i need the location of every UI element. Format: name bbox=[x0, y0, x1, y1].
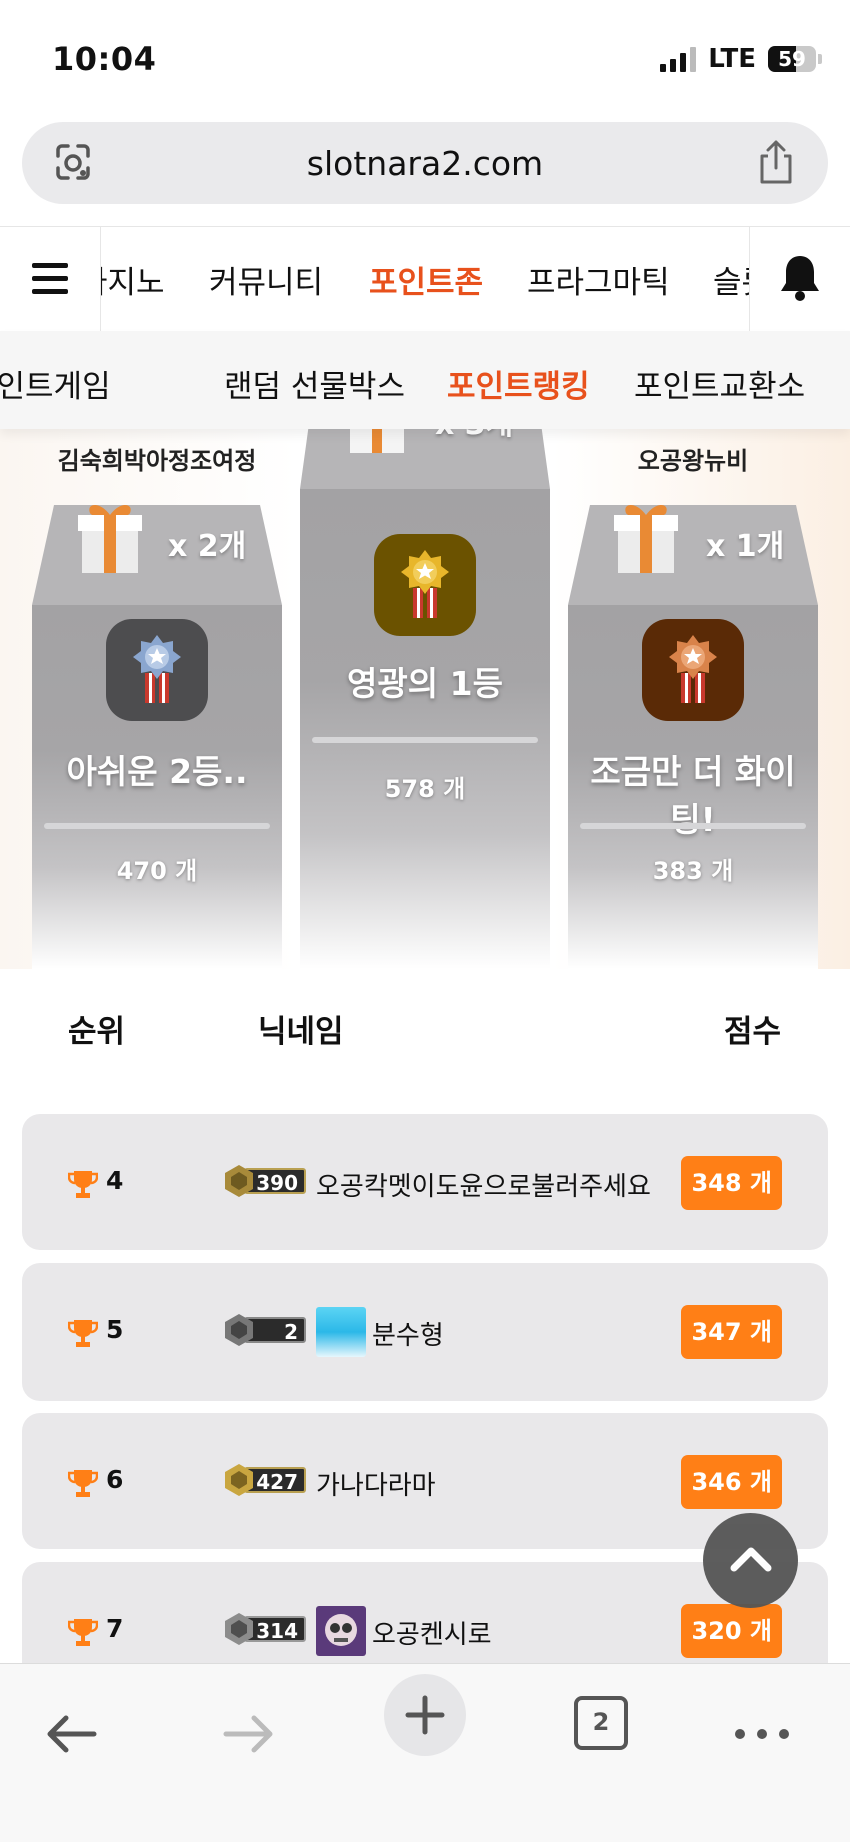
ranking-row[interactable]: 4 390 오공칵멧이도윤으로불러주세요 348 개 bbox=[22, 1114, 828, 1250]
share-icon[interactable] bbox=[754, 138, 798, 186]
menu-icon[interactable] bbox=[0, 227, 101, 331]
browser-toolbar: 2 bbox=[0, 1663, 850, 1842]
level-emblem-icon bbox=[225, 1314, 253, 1346]
podium-first-points: 578 개 bbox=[384, 775, 466, 803]
network-type: LTE bbox=[708, 44, 756, 74]
status-indicators: LTE 59 bbox=[660, 44, 822, 74]
level-badge: 2 bbox=[222, 1311, 310, 1349]
subnav-item-point-game[interactable]: 포인트게임 bbox=[0, 361, 111, 406]
row-rank: 5 bbox=[106, 1315, 124, 1344]
row-rank: 4 bbox=[106, 1166, 124, 1195]
level-emblem-icon bbox=[225, 1464, 253, 1496]
trophy-icon bbox=[68, 1320, 98, 1347]
gift-box-icon bbox=[614, 505, 678, 573]
podium-second: x 2개 아쉬운 2등.. 470 개 bbox=[32, 505, 282, 969]
podium-first-title: 영광의 1등 bbox=[347, 664, 503, 703]
podium-first-gift-count: x 3개 bbox=[435, 429, 513, 443]
level-badge: 314 bbox=[222, 1610, 310, 1648]
level-emblem-icon bbox=[225, 1165, 253, 1197]
tabs-button[interactable]: 2 bbox=[560, 1690, 640, 1770]
scroll-to-top-button[interactable] bbox=[703, 1513, 798, 1608]
header-nickname: 닉네임 bbox=[258, 1014, 344, 1050]
more-horizontal-icon bbox=[735, 1729, 789, 1739]
podium-second-gift-count: x 2개 bbox=[168, 529, 247, 564]
subnav-item-point-exchange[interactable]: 포인트교환소 bbox=[634, 361, 805, 406]
header-rank: 순위 bbox=[68, 1014, 126, 1050]
podium-second-progress bbox=[44, 823, 270, 829]
status-time: 10:04 bbox=[52, 40, 157, 78]
header-score: 점수 bbox=[724, 1014, 782, 1050]
podium-first: x 3개 영광의 1등 578 개 bbox=[300, 429, 550, 969]
address-bar[interactable]: slotnara2.com bbox=[22, 122, 828, 204]
nav-item-pointzone[interactable]: 포인트존 bbox=[369, 257, 483, 302]
more-options-button[interactable] bbox=[722, 1694, 802, 1774]
level-emblem-icon bbox=[225, 1613, 253, 1645]
nav-item-casino[interactable]: 카지노 bbox=[101, 257, 165, 302]
podium-third-gift-count: x 1개 bbox=[706, 529, 785, 564]
ranking-table-header: 순위 닉네임 점수 bbox=[0, 1000, 850, 1060]
url-text[interactable]: slotnara2.com bbox=[22, 144, 828, 183]
podium-second-title: 아쉬운 2등.. bbox=[66, 752, 248, 791]
podium-third-points: 383 개 bbox=[652, 857, 734, 885]
row-nickname[interactable]: 오공켄시로 bbox=[372, 1614, 492, 1651]
podium-first-progress bbox=[312, 737, 538, 743]
new-tab-button[interactable] bbox=[384, 1674, 466, 1756]
gold-medal-icon bbox=[374, 534, 476, 636]
chevron-up-icon bbox=[730, 1547, 772, 1572]
ranking-row[interactable]: 5 2 분수형 347 개 bbox=[22, 1263, 828, 1401]
user-avatar bbox=[316, 1606, 366, 1656]
trophy-icon bbox=[68, 1619, 98, 1646]
podium-second-points: 470 개 bbox=[116, 857, 198, 885]
row-rank: 6 bbox=[106, 1465, 124, 1494]
trophy-icon bbox=[68, 1171, 98, 1198]
nav-item-community[interactable]: 커뮤니티 bbox=[209, 257, 323, 302]
trophy-icon bbox=[68, 1470, 98, 1497]
back-button[interactable] bbox=[32, 1694, 112, 1774]
battery-icon: 59 bbox=[768, 46, 816, 72]
main-nav-items: 카지노 커뮤니티 포인트존 프라그마틱 슬롯 bbox=[101, 227, 749, 331]
bronze-medal-icon bbox=[642, 619, 744, 721]
arrow-right-icon bbox=[223, 1715, 273, 1753]
ranking-podium: x 3개 영광의 1등 578 개 김숙희박아정조여정 x 2개 bbox=[0, 429, 850, 969]
subnav-item-random-giftbox[interactable]: 랜덤 선물박스 bbox=[224, 361, 405, 406]
podium-third-progress bbox=[580, 823, 806, 829]
ranking-row[interactable]: 6 427 가나다라마 346 개 bbox=[22, 1413, 828, 1549]
gift-box-icon bbox=[78, 505, 142, 573]
cellular-signal-icon bbox=[660, 46, 697, 72]
gift-box-icon bbox=[350, 429, 404, 453]
row-score-badge: 346 개 bbox=[681, 1455, 782, 1509]
subnav-item-point-ranking[interactable]: 포인트랭킹 bbox=[447, 361, 590, 406]
podium-second-name: 김숙희박아정조여정 bbox=[57, 447, 257, 475]
tab-count: 2 bbox=[592, 1708, 610, 1736]
main-navigation: 카지노 커뮤니티 포인트존 프라그마틱 슬롯 bbox=[0, 226, 850, 332]
notification-bell-icon[interactable] bbox=[749, 227, 850, 331]
row-score-badge: 320 개 bbox=[681, 1604, 782, 1658]
silver-medal-icon bbox=[106, 619, 208, 721]
battery-level: 59 bbox=[778, 47, 806, 71]
row-nickname[interactable]: 분수형 bbox=[372, 1315, 444, 1352]
level-badge: 427 bbox=[222, 1461, 310, 1499]
plus-icon bbox=[405, 1695, 445, 1735]
arrow-left-icon bbox=[47, 1715, 97, 1753]
podium-third-name: 오공왕뉴비 bbox=[637, 447, 749, 475]
row-score-badge: 348 개 bbox=[681, 1156, 782, 1210]
user-avatar bbox=[316, 1307, 366, 1357]
nav-item-pragmatic[interactable]: 프라그마틱 bbox=[527, 257, 670, 302]
nav-item-slot[interactable]: 슬롯 bbox=[713, 257, 749, 302]
forward-button[interactable] bbox=[208, 1694, 288, 1774]
podium-third: x 1개 조금만 더 화이팅! 383 개 bbox=[568, 505, 818, 969]
row-nickname[interactable]: 가나다라마 bbox=[316, 1465, 436, 1502]
row-nickname[interactable]: 오공칵멧이도윤으로불러주세요 bbox=[316, 1166, 651, 1203]
status-bar: 10:04 LTE 59 bbox=[0, 0, 850, 110]
row-rank: 7 bbox=[106, 1614, 124, 1643]
level-badge: 390 bbox=[222, 1162, 310, 1200]
sub-navigation: 포인트게임 랜덤 선물박스 포인트랭킹 포인트교환소 bbox=[0, 331, 850, 429]
row-score-badge: 347 개 bbox=[681, 1305, 782, 1359]
